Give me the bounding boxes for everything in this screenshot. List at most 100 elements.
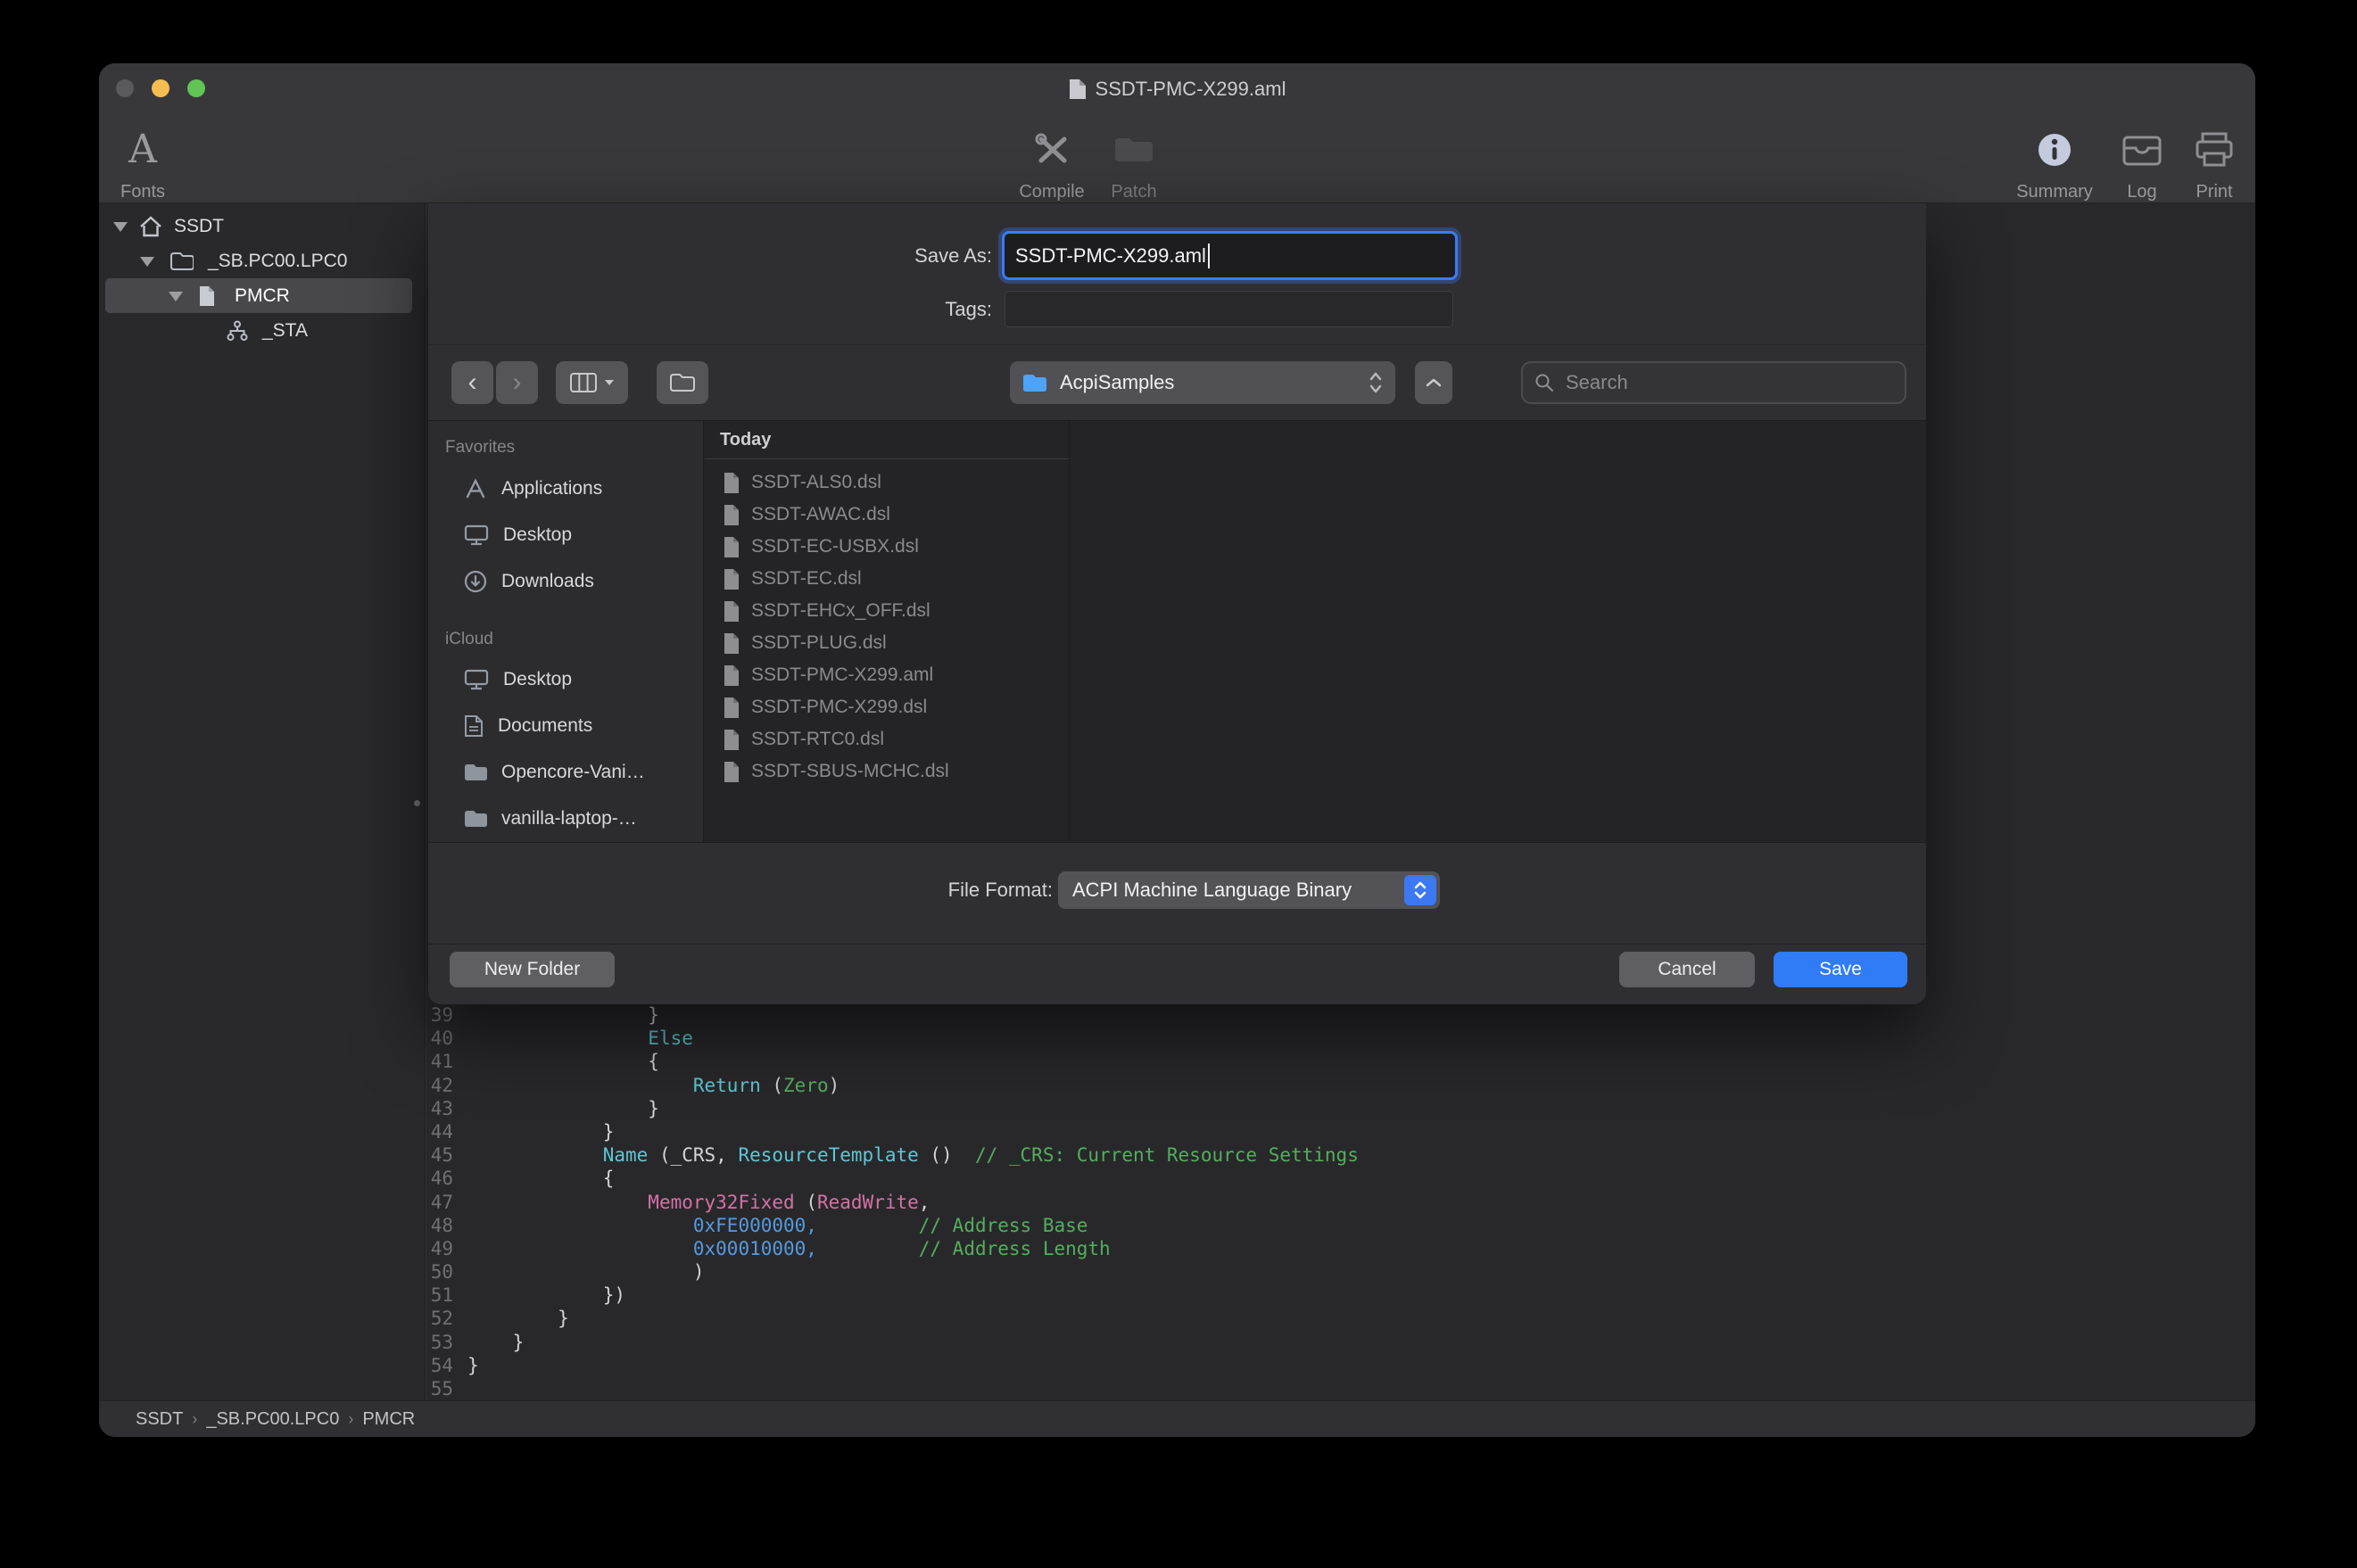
- search-icon: [1534, 372, 1555, 393]
- code-text: }): [460, 1283, 625, 1307]
- code-text: Else: [460, 1027, 693, 1050]
- file-format-popup[interactable]: ACPI Machine Language Binary: [1058, 871, 1440, 909]
- method-hierarchy-icon: [226, 320, 249, 342]
- tree-item-ssdt[interactable]: SSDT: [99, 209, 425, 243]
- tree-item-sb-pc00-lpc0[interactable]: _SB.PC00.LPC0: [99, 243, 425, 278]
- cancel-button[interactable]: Cancel: [1619, 952, 1755, 987]
- code-line: 54}: [426, 1354, 2255, 1377]
- breadcrumb-item[interactable]: _SB.PC00.LPC0: [206, 1409, 339, 1430]
- tags-field[interactable]: [1005, 291, 1453, 327]
- print-button[interactable]: Print: [2161, 126, 2255, 202]
- log-label: Log: [2127, 182, 2156, 202]
- file-browser: Favorites Applications Desktop Downloads i…: [428, 420, 1926, 843]
- code-line: 47 Memory32Fixed (ReadWrite,: [426, 1191, 2255, 1214]
- folder-blue-icon: [1022, 373, 1047, 392]
- search-field[interactable]: [1521, 361, 1906, 404]
- disclosure-triangle-icon[interactable]: [113, 222, 128, 232]
- tags-input[interactable]: [1005, 292, 1452, 326]
- disclosure-triangle-icon[interactable]: [169, 292, 183, 301]
- file-icon: [723, 761, 740, 783]
- line-number: 41: [426, 1050, 460, 1073]
- code-text: Name (_CRS, ResourceTemplate () // _CRS:…: [460, 1143, 1359, 1167]
- printer-icon: [2195, 126, 2234, 174]
- file-item[interactable]: SSDT-EC-USBX.dsl: [704, 531, 1069, 563]
- summary-label: Summary: [2016, 182, 2093, 202]
- titlebar: SSDT-PMC-X299.aml: [99, 63, 2255, 115]
- location-value: AcpiSamples: [1060, 371, 1356, 394]
- sidebar-item-label: Downloads: [501, 571, 594, 592]
- sidebar-item[interactable]: Downloads: [428, 558, 703, 605]
- file-item[interactable]: SSDT-PLUG.dsl: [704, 627, 1069, 659]
- code-line: 40 Else: [426, 1027, 2255, 1050]
- tree-item-sta[interactable]: _STA: [99, 313, 425, 348]
- new-folder-button[interactable]: New Folder: [450, 952, 615, 987]
- line-number: 49: [426, 1237, 460, 1260]
- save-button[interactable]: Save: [1774, 952, 1907, 987]
- line-number: 52: [426, 1307, 460, 1330]
- tree-item-pmcr-selected[interactable]: PMCR: [105, 278, 412, 313]
- breadcrumb-item[interactable]: PMCR: [362, 1409, 415, 1430]
- file-item[interactable]: SSDT-ALS0.dsl: [704, 466, 1069, 499]
- code-line: 46 {: [426, 1167, 2255, 1190]
- line-number: 50: [426, 1260, 460, 1283]
- chevron-down-icon: [604, 379, 615, 386]
- location-popup[interactable]: AcpiSamples: [1010, 361, 1395, 404]
- sidebar-item-label: Opencore-Vani…: [501, 762, 645, 783]
- sidebar-item[interactable]: Desktop: [428, 512, 703, 558]
- chevron-left-icon: ‹: [468, 369, 477, 396]
- sidebar-item[interactable]: vanilla-laptop-…: [428, 796, 703, 842]
- file-item[interactable]: SSDT-RTC0.dsl: [704, 723, 1069, 755]
- code-text: }: [460, 1097, 659, 1120]
- code-line: 50 ): [426, 1260, 2255, 1283]
- file-item[interactable]: SSDT-EC.dsl: [704, 563, 1069, 595]
- crumb-separator: ›: [348, 1410, 353, 1429]
- splitter-handle[interactable]: [414, 800, 420, 806]
- line-number: 46: [426, 1167, 460, 1190]
- line-number: 39: [426, 1003, 460, 1027]
- up-directory-button[interactable]: [1415, 361, 1452, 404]
- file-icon: [723, 568, 740, 590]
- file-format-label: File Format:: [948, 871, 1053, 909]
- patch-button[interactable]: Patch: [1080, 126, 1187, 202]
- sidebar-item[interactable]: Opencore-Vani…: [428, 749, 703, 796]
- disclosure-triangle-icon[interactable]: [140, 257, 154, 267]
- forward-button[interactable]: ›: [496, 361, 538, 404]
- save-as-value: SSDT-PMC-X299.aml: [1015, 244, 1206, 268]
- tree-item-label: PMCR: [235, 285, 290, 307]
- file-item[interactable]: SSDT-PMC-X299.aml: [704, 659, 1069, 691]
- favorites-header: Favorites: [445, 438, 515, 458]
- sidebar-item-label: Desktop: [503, 524, 572, 546]
- code-area[interactable]: 39 }40 Else41 {42 Return (Zero)43 }44 }4…: [426, 1003, 2255, 1400]
- file-item[interactable]: SSDT-EHCx_OFF.dsl: [704, 595, 1069, 627]
- file-item[interactable]: SSDT-PMC-X299.dsl: [704, 691, 1069, 723]
- save-as-field[interactable]: SSDT-PMC-X299.aml: [1005, 234, 1455, 277]
- fonts-button[interactable]: A Fonts: [103, 126, 183, 202]
- document-icon: [1069, 78, 1087, 100]
- icloud-header: iCloud: [445, 630, 493, 649]
- back-button[interactable]: ‹: [451, 361, 493, 404]
- sidebar-item[interactable]: Desktop: [428, 656, 703, 703]
- sidebar-item[interactable]: Applications: [428, 466, 703, 512]
- folder-icon: [669, 372, 696, 393]
- breadcrumb-item[interactable]: SSDT: [136, 1409, 183, 1430]
- line-number: 55: [426, 1377, 460, 1400]
- file-item-label: SSDT-EC-USBX.dsl: [751, 536, 919, 557]
- view-mode-button[interactable]: [556, 361, 628, 404]
- file-icon: [723, 729, 740, 751]
- sidebar-item-label: Applications: [501, 478, 602, 499]
- new-folder-toolbar-button[interactable]: [657, 361, 708, 404]
- file-item[interactable]: SSDT-SBUS-MCHC.dsl: [704, 755, 1069, 788]
- code-line: 45 Name (_CRS, ResourceTemplate () // _C…: [426, 1143, 2255, 1167]
- log-box-icon: [2122, 126, 2162, 174]
- file-item[interactable]: SSDT-AWAC.dsl: [704, 499, 1069, 531]
- tree-item-label: _STA: [262, 320, 308, 342]
- file-item-label: SSDT-EC.dsl: [751, 568, 862, 590]
- documents-icon: [464, 714, 484, 738]
- sidebar-item-label: Desktop: [503, 669, 572, 690]
- code-line: 55: [426, 1377, 2255, 1400]
- sidebar-item[interactable]: Documents: [428, 703, 703, 749]
- icloud-list: Desktop Documents Opencore-Vani… vanilla-la…: [428, 656, 703, 842]
- search-input[interactable]: [1564, 370, 1894, 395]
- file-item-label: SSDT-PMC-X299.dsl: [751, 697, 927, 718]
- tree-item-label: SSDT: [174, 216, 224, 237]
